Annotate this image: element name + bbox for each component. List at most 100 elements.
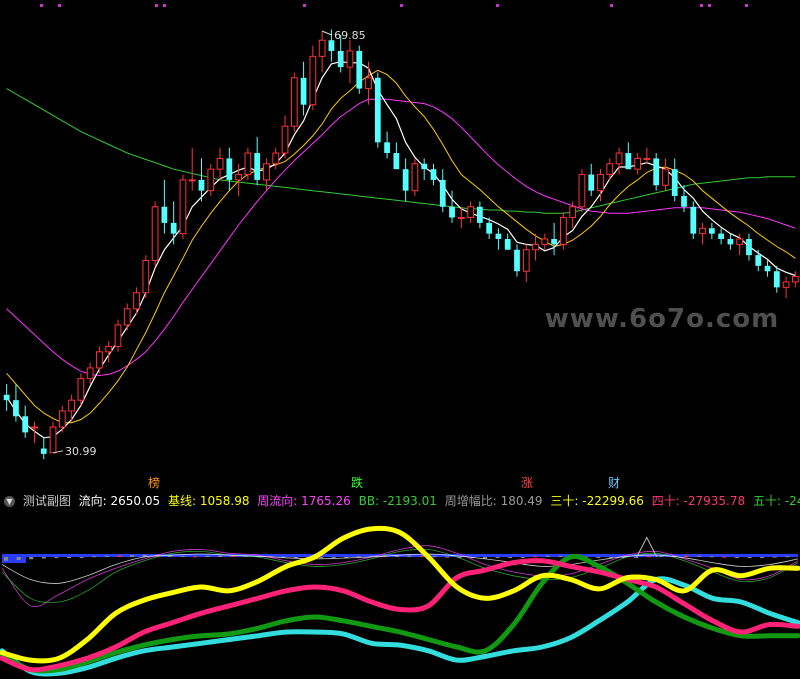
histogram-bar xyxy=(445,556,450,558)
candle-body xyxy=(3,394,10,401)
candle xyxy=(151,201,159,266)
histogram-bar xyxy=(407,555,412,557)
candle xyxy=(188,147,196,191)
candle-body xyxy=(151,206,159,261)
candle-body xyxy=(541,238,549,245)
histogram-bar xyxy=(432,556,437,558)
ma5-line xyxy=(6,61,796,439)
grid-marker xyxy=(155,4,158,7)
grid-marker xyxy=(58,4,61,7)
histogram-bar xyxy=(495,557,500,559)
candle xyxy=(495,228,502,250)
candle xyxy=(346,40,354,84)
signal-die: 跌 xyxy=(351,476,364,490)
candle-body xyxy=(86,367,94,380)
histogram-bar xyxy=(747,557,752,558)
candle-body xyxy=(522,249,530,272)
candle-body xyxy=(671,169,678,197)
series-line-1 xyxy=(0,525,800,664)
candle xyxy=(226,147,233,191)
candle xyxy=(522,244,530,282)
candle-body xyxy=(411,163,419,192)
candle xyxy=(290,72,298,132)
annotation-text: 69.85 xyxy=(334,29,366,42)
annotation-text: 30.99 xyxy=(65,445,97,458)
candle xyxy=(207,163,215,197)
histogram-bar xyxy=(734,557,739,558)
candle-body xyxy=(22,416,29,433)
thin-indicator-line xyxy=(1,553,799,584)
histogram-bar xyxy=(67,557,72,558)
ma20-line xyxy=(6,98,796,377)
histogram-bar xyxy=(104,555,109,557)
grid-marker xyxy=(700,4,703,7)
candle xyxy=(634,153,641,175)
value-zhouliuxiang: 周流向: 1765.26 xyxy=(257,494,351,508)
chevron-down-icon[interactable]: ▼ xyxy=(4,496,15,507)
candle xyxy=(653,153,660,191)
candle xyxy=(309,45,317,111)
candle xyxy=(356,45,363,94)
histogram-bar xyxy=(193,556,198,558)
histogram-bar xyxy=(79,557,84,558)
candle-body xyxy=(318,39,326,57)
candle-body xyxy=(662,168,669,186)
histogram-bar xyxy=(684,555,689,557)
histogram-bar xyxy=(319,557,324,559)
candle xyxy=(699,222,706,245)
candle xyxy=(467,201,474,223)
candle-body xyxy=(449,206,455,218)
histogram-bar xyxy=(117,555,122,557)
candle-body xyxy=(569,206,577,219)
histogram-bar xyxy=(167,555,172,557)
signal-zhang: 涨 xyxy=(521,476,534,490)
histogram-bar xyxy=(709,556,714,558)
grid-marker xyxy=(163,4,166,7)
candle-body xyxy=(161,206,168,223)
candle-body xyxy=(755,255,762,266)
candle-body xyxy=(486,222,493,234)
candle xyxy=(216,147,224,180)
grid-lines xyxy=(40,4,748,7)
watermark: www.6o7o.com xyxy=(545,304,779,334)
candle-body xyxy=(309,55,317,106)
candle xyxy=(690,201,697,239)
moving-average-lines xyxy=(6,61,796,439)
candle-body xyxy=(457,217,465,220)
candle-body xyxy=(718,233,725,239)
candle xyxy=(123,303,131,331)
histogram-bar xyxy=(558,555,563,557)
histogram-bar xyxy=(533,556,538,558)
candle xyxy=(782,276,790,299)
candle xyxy=(161,179,168,234)
candle xyxy=(374,72,381,148)
candle xyxy=(671,158,678,202)
candle xyxy=(402,158,409,202)
histogram-bar xyxy=(41,557,46,559)
candle-body xyxy=(467,206,474,219)
candle xyxy=(551,222,557,256)
histogram-bar xyxy=(659,555,664,557)
histogram-bar xyxy=(16,557,21,560)
candle-body xyxy=(430,169,437,180)
candle-body xyxy=(114,324,122,347)
candle xyxy=(514,244,520,277)
candle xyxy=(272,147,280,170)
stock-chart[interactable]: 69.85 30.99 www.6o7o.com xyxy=(0,0,800,679)
candle-body xyxy=(142,259,150,294)
series-line-3 xyxy=(0,553,800,674)
histogram-bar xyxy=(646,556,651,558)
candle-body xyxy=(300,77,307,105)
histogram-bar xyxy=(205,555,210,557)
candle-body xyxy=(588,174,595,191)
candle xyxy=(105,341,113,363)
candle xyxy=(49,421,57,454)
histogram-bar xyxy=(130,555,135,557)
candle xyxy=(142,255,150,299)
candle xyxy=(133,287,140,315)
candle-body xyxy=(58,410,66,428)
candle-body xyxy=(263,163,270,181)
histogram-bar xyxy=(180,555,185,557)
candle-body xyxy=(207,168,215,192)
histogram-bar xyxy=(92,556,97,558)
